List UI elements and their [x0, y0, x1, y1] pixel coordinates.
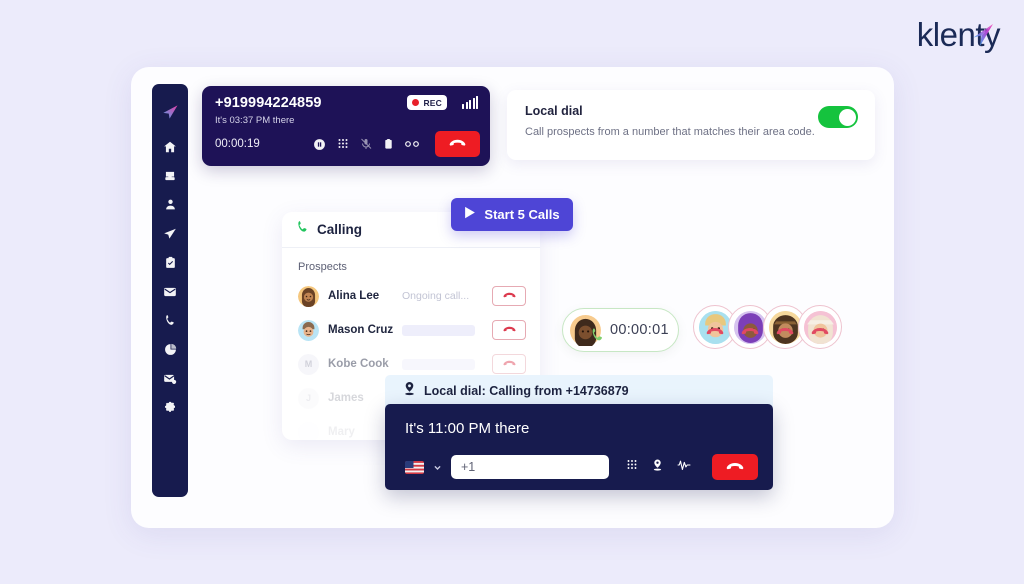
- sidebar-item-email[interactable]: [152, 277, 188, 306]
- local-dial-toggle[interactable]: [818, 106, 858, 128]
- sidebar: [152, 84, 188, 497]
- avatar: [298, 285, 319, 307]
- dialer-row: [405, 454, 758, 480]
- call-local-time: It's 03:37 PM there: [215, 115, 295, 126]
- hangup-icon: [502, 326, 516, 332]
- avatar: [298, 421, 319, 440]
- screenshot-root: klenty +919994224859 It's 03:37 PM there…: [0, 0, 1024, 584]
- active-caller-timer: 00:00:01: [562, 308, 679, 352]
- prospects-label: Prospects: [298, 261, 347, 273]
- waveform-icon[interactable]: [677, 458, 691, 476]
- avatar-stack: [693, 305, 842, 349]
- start-calls-button[interactable]: Start 5 Calls: [451, 198, 573, 231]
- avatar: [298, 319, 319, 341]
- phone-answered-icon: [590, 327, 606, 348]
- play-icon: [464, 206, 476, 224]
- dialpad-icon[interactable]: [626, 458, 638, 476]
- table-row[interactable]: Mason Cruz: [282, 315, 540, 345]
- location-pin-icon: [403, 381, 416, 401]
- local-dial-title: Local dial: [525, 104, 583, 118]
- prospect-name: Mason Cruz: [328, 324, 394, 336]
- sidebar-item-prospects[interactable]: [152, 190, 188, 219]
- signal-bars-icon: [462, 95, 478, 109]
- timer-value: 00:00:01: [610, 322, 669, 338]
- sidebar-item-settings[interactable]: [152, 393, 188, 422]
- dialer-hangup-button[interactable]: [712, 454, 758, 480]
- local-dial-card: Local dial Call prospects from a number …: [507, 90, 875, 160]
- prospect-name: Alina Lee: [328, 290, 380, 302]
- dialpad-icon[interactable]: [337, 138, 349, 150]
- call-duration: 00:00:19: [215, 138, 260, 150]
- notes-icon[interactable]: [383, 138, 394, 150]
- call-number: +919994224859: [215, 95, 322, 111]
- row-hangup-button[interactable]: [492, 354, 526, 374]
- phone-icon: [296, 220, 310, 239]
- recording-badge: REC: [407, 95, 447, 110]
- call-actions: [313, 131, 480, 157]
- avatar: M: [298, 353, 319, 375]
- row-hangup-button[interactable]: [492, 320, 526, 340]
- active-call-bar: +919994224859 It's 03:37 PM there 00:00:…: [202, 86, 490, 166]
- status-placeholder-bar: [402, 358, 475, 370]
- avatar: [570, 314, 602, 348]
- table-row[interactable]: Alina Lee Ongoing call...: [282, 281, 540, 311]
- location-pin-icon[interactable]: [652, 458, 663, 477]
- dialer-icons: [626, 458, 691, 477]
- sidebar-item-tasks[interactable]: [152, 248, 188, 277]
- local-dial-banner-text: Local dial: Calling from +14736879: [424, 384, 629, 398]
- sidebar-item-reports[interactable]: [152, 335, 188, 364]
- chevron-down-icon[interactable]: [433, 463, 442, 472]
- dialer-panel: It's 11:00 PM there: [385, 404, 773, 490]
- hangup-button[interactable]: [435, 131, 480, 157]
- phone-number-input[interactable]: [451, 455, 609, 479]
- sidebar-item-cadences[interactable]: [152, 219, 188, 248]
- hangup-icon: [706, 325, 724, 343]
- voicemail-icon[interactable]: [405, 139, 420, 149]
- mic-muted-icon[interactable]: [360, 138, 372, 150]
- prospect-status: Ongoing call...: [402, 290, 470, 302]
- hangup-icon: [776, 325, 794, 343]
- record-dot-icon: [412, 99, 420, 106]
- prospect-name: Kobe Cook: [328, 358, 389, 370]
- toggle-knob: [838, 108, 856, 126]
- local-dial-banner: Local dial: Calling from +14736879: [385, 375, 773, 407]
- hangup-icon: [502, 292, 516, 298]
- pause-icon[interactable]: [313, 138, 326, 151]
- hangup-icon: [449, 139, 466, 146]
- hangup-icon: [726, 462, 744, 469]
- local-dial-description: Call prospects from a number that matche…: [525, 126, 815, 138]
- sidebar-item-notifications[interactable]: [152, 364, 188, 393]
- sidebar-item-logo[interactable]: [152, 96, 188, 128]
- calling-title: Calling: [317, 222, 363, 237]
- recording-label: REC: [423, 97, 442, 108]
- brand-logo: klenty: [917, 18, 1001, 51]
- avatar[interactable]: [798, 305, 842, 349]
- hangup-icon: [811, 325, 829, 343]
- sidebar-item-inbox[interactable]: [152, 161, 188, 190]
- start-calls-label: Start 5 Calls: [484, 207, 560, 222]
- dialer-local-time: It's 11:00 PM there: [405, 420, 530, 437]
- sidebar-item-home[interactable]: [152, 132, 188, 161]
- row-hangup-button[interactable]: [492, 286, 526, 306]
- hangup-icon: [741, 325, 759, 343]
- hangup-icon: [502, 360, 516, 366]
- avatar: J: [298, 387, 319, 409]
- status-placeholder-bar: [402, 324, 475, 336]
- us-flag-icon[interactable]: [405, 460, 424, 474]
- klenty-logo-icon: [964, 20, 998, 59]
- sidebar-item-calls[interactable]: [152, 306, 188, 335]
